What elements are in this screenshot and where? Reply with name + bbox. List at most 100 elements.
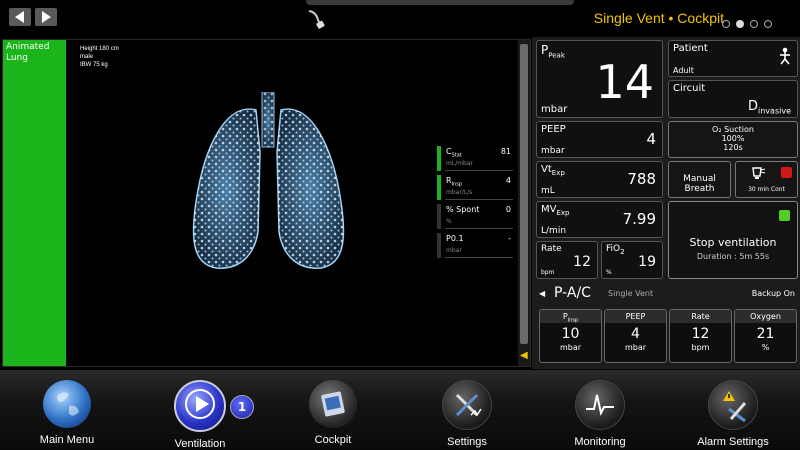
vt-unit: mL bbox=[541, 186, 555, 196]
mode-name: P-A/C bbox=[554, 285, 591, 301]
page-dot[interactable] bbox=[722, 20, 730, 28]
divider bbox=[445, 257, 513, 258]
waveform-icon bbox=[575, 380, 625, 430]
mv-sub: Exp bbox=[556, 209, 570, 217]
globe-icon bbox=[43, 380, 91, 428]
peep-value: 4 bbox=[646, 130, 656, 148]
circuit-mode: invasive bbox=[758, 106, 791, 116]
patient-info: Height 180 cm male IBW 75 kg bbox=[80, 45, 119, 69]
o2-suction-label: O₂ Suction bbox=[712, 125, 754, 134]
param-status-bar bbox=[437, 175, 441, 200]
patient-label: Patient bbox=[673, 43, 708, 54]
param-rinsp[interactable]: RInsp 4 mbar/L/s bbox=[437, 175, 513, 200]
control-unit: mbar bbox=[624, 343, 647, 352]
mv-unit: L/min bbox=[541, 226, 567, 236]
control-oxygen[interactable]: Oxygen 21 % bbox=[734, 309, 797, 363]
animated-lung-panel: Animated Lung Height 180 cm male IBW 75 … bbox=[2, 39, 531, 367]
back-button[interactable] bbox=[9, 8, 31, 26]
o2-suction-time: 120s bbox=[723, 143, 743, 152]
arrow-left-icon bbox=[15, 11, 24, 23]
nav-cockpit[interactable]: Cockpit bbox=[283, 380, 383, 446]
rate-tile[interactable]: Rate 12 bpm bbox=[536, 241, 598, 279]
peep-unit: mbar bbox=[541, 146, 565, 156]
control-value: 21 bbox=[756, 326, 775, 342]
forward-button[interactable] bbox=[35, 8, 57, 26]
nav-settings[interactable]: Settings bbox=[417, 380, 517, 448]
bottom-navigation: Main Menu Ventilation 1 Cockpit Settings… bbox=[0, 370, 800, 450]
o2-suction-button[interactable]: O₂ Suction 100% 120s bbox=[668, 121, 798, 158]
param-p01[interactable]: P0.1 - mbar bbox=[437, 233, 513, 258]
cockpit-icon bbox=[309, 380, 357, 428]
manual-breath-label: Manual Breath bbox=[683, 174, 716, 194]
param-spont[interactable]: % Spont 0 % bbox=[437, 204, 513, 229]
rate-unit: bpm bbox=[541, 269, 555, 276]
patient-height: Height 180 cm bbox=[80, 46, 119, 52]
param-status-bar bbox=[437, 233, 441, 258]
adult-person-icon bbox=[780, 47, 790, 65]
nav-label: Monitoring bbox=[574, 436, 626, 448]
rate-value: 12 bbox=[573, 254, 591, 270]
collapse-arrow-icon[interactable]: ◀ bbox=[520, 350, 528, 361]
nebulizer-label: 30 min Cont bbox=[748, 186, 785, 193]
patient-tile[interactable]: Patient Adult bbox=[668, 40, 798, 77]
control-rate[interactable]: Rate 12 bpm bbox=[669, 309, 732, 363]
page-dot-active[interactable] bbox=[736, 20, 744, 28]
circuit-tile[interactable]: Circuit Dinvasive bbox=[668, 80, 798, 118]
nebulizer-icon bbox=[752, 167, 766, 179]
mv-value: 7.99 bbox=[622, 210, 656, 228]
nav-label: Main Menu bbox=[39, 434, 95, 446]
mv-tile[interactable]: MVExp 7.99 L/min bbox=[536, 201, 663, 238]
control-peep[interactable]: PEEP 4 mbar bbox=[604, 309, 667, 363]
param-value: - bbox=[508, 234, 511, 243]
page-dot[interactable] bbox=[750, 20, 758, 28]
stop-ventilation-button[interactable]: Stop ventilation Duration : 5m 55s bbox=[668, 201, 798, 279]
vt-tile[interactable]: VtExp 788 mL bbox=[536, 161, 663, 198]
param-cstat[interactable]: CStat 81 mL/mbar bbox=[437, 146, 513, 171]
duration-value: 5m 55s bbox=[739, 252, 770, 261]
nav-alarm-settings[interactable]: Alarm Settings bbox=[683, 380, 783, 448]
page-indicator bbox=[722, 13, 778, 32]
manual-breath-button[interactable]: Manual Breath bbox=[668, 161, 731, 198]
ppeak-value: 14 bbox=[595, 55, 654, 109]
divider bbox=[445, 228, 513, 229]
o2-suction-percent: 100% bbox=[721, 134, 745, 143]
peep-tile[interactable]: PEEP 4 mbar bbox=[536, 121, 663, 158]
alarm-tools-icon bbox=[708, 380, 758, 430]
control-pinsp[interactable]: PInsp 10 mbar bbox=[539, 309, 602, 363]
ppeak-tile[interactable]: PPeak 14 mbar bbox=[536, 40, 663, 118]
patient-gender: male bbox=[80, 54, 94, 60]
nebulizer-button[interactable]: 30 min Cont bbox=[735, 161, 798, 198]
nav-label: Ventilation bbox=[174, 438, 226, 450]
arrow-right-icon bbox=[42, 11, 51, 23]
control-unit: % bbox=[761, 343, 770, 352]
lung-panel-label: Animated Lung bbox=[6, 42, 50, 63]
ppeak-sub: Peak bbox=[548, 51, 565, 60]
ventilation-mode-bar[interactable]: ◀ P-A/C Single Vent Backup On bbox=[536, 284, 798, 304]
lung-icon bbox=[192, 92, 345, 269]
top-handle[interactable] bbox=[306, 0, 574, 5]
control-value: 4 bbox=[631, 326, 640, 342]
fio2-value: 19 bbox=[638, 254, 656, 270]
duration-label: Duration : bbox=[696, 252, 737, 261]
vt-name: Vt bbox=[541, 164, 552, 175]
param-unit: % bbox=[446, 218, 452, 225]
nav-main-menu[interactable]: Main Menu bbox=[17, 380, 117, 446]
fio2-tile[interactable]: FiO2 19 % bbox=[601, 241, 663, 279]
mode-subtitle: Single Vent bbox=[608, 289, 654, 298]
panel-scrollbar[interactable]: ◀ bbox=[518, 40, 530, 366]
nav-label: Cockpit bbox=[314, 434, 352, 446]
mv-name: MV bbox=[541, 204, 557, 215]
mode-expand-arrow-icon[interactable]: ◀ bbox=[539, 289, 545, 298]
top-bar: Single Vent • Cockpit bbox=[0, 0, 800, 36]
circuit-label: Circuit bbox=[673, 83, 706, 94]
fio2-sub: 2 bbox=[620, 247, 625, 256]
page-dot[interactable] bbox=[764, 20, 772, 28]
scrollbar-thumb[interactable] bbox=[520, 44, 528, 344]
app-title: Single Vent • Cockpit bbox=[593, 10, 724, 26]
circuit-type: D bbox=[748, 99, 759, 114]
param-name: P0.1 bbox=[446, 234, 464, 243]
notification-badge: 1 bbox=[230, 395, 254, 419]
nav-monitoring[interactable]: Monitoring bbox=[550, 380, 650, 448]
backup-status: Backup On bbox=[751, 289, 795, 298]
stop-ventilation-label: Stop ventilation bbox=[689, 236, 777, 249]
